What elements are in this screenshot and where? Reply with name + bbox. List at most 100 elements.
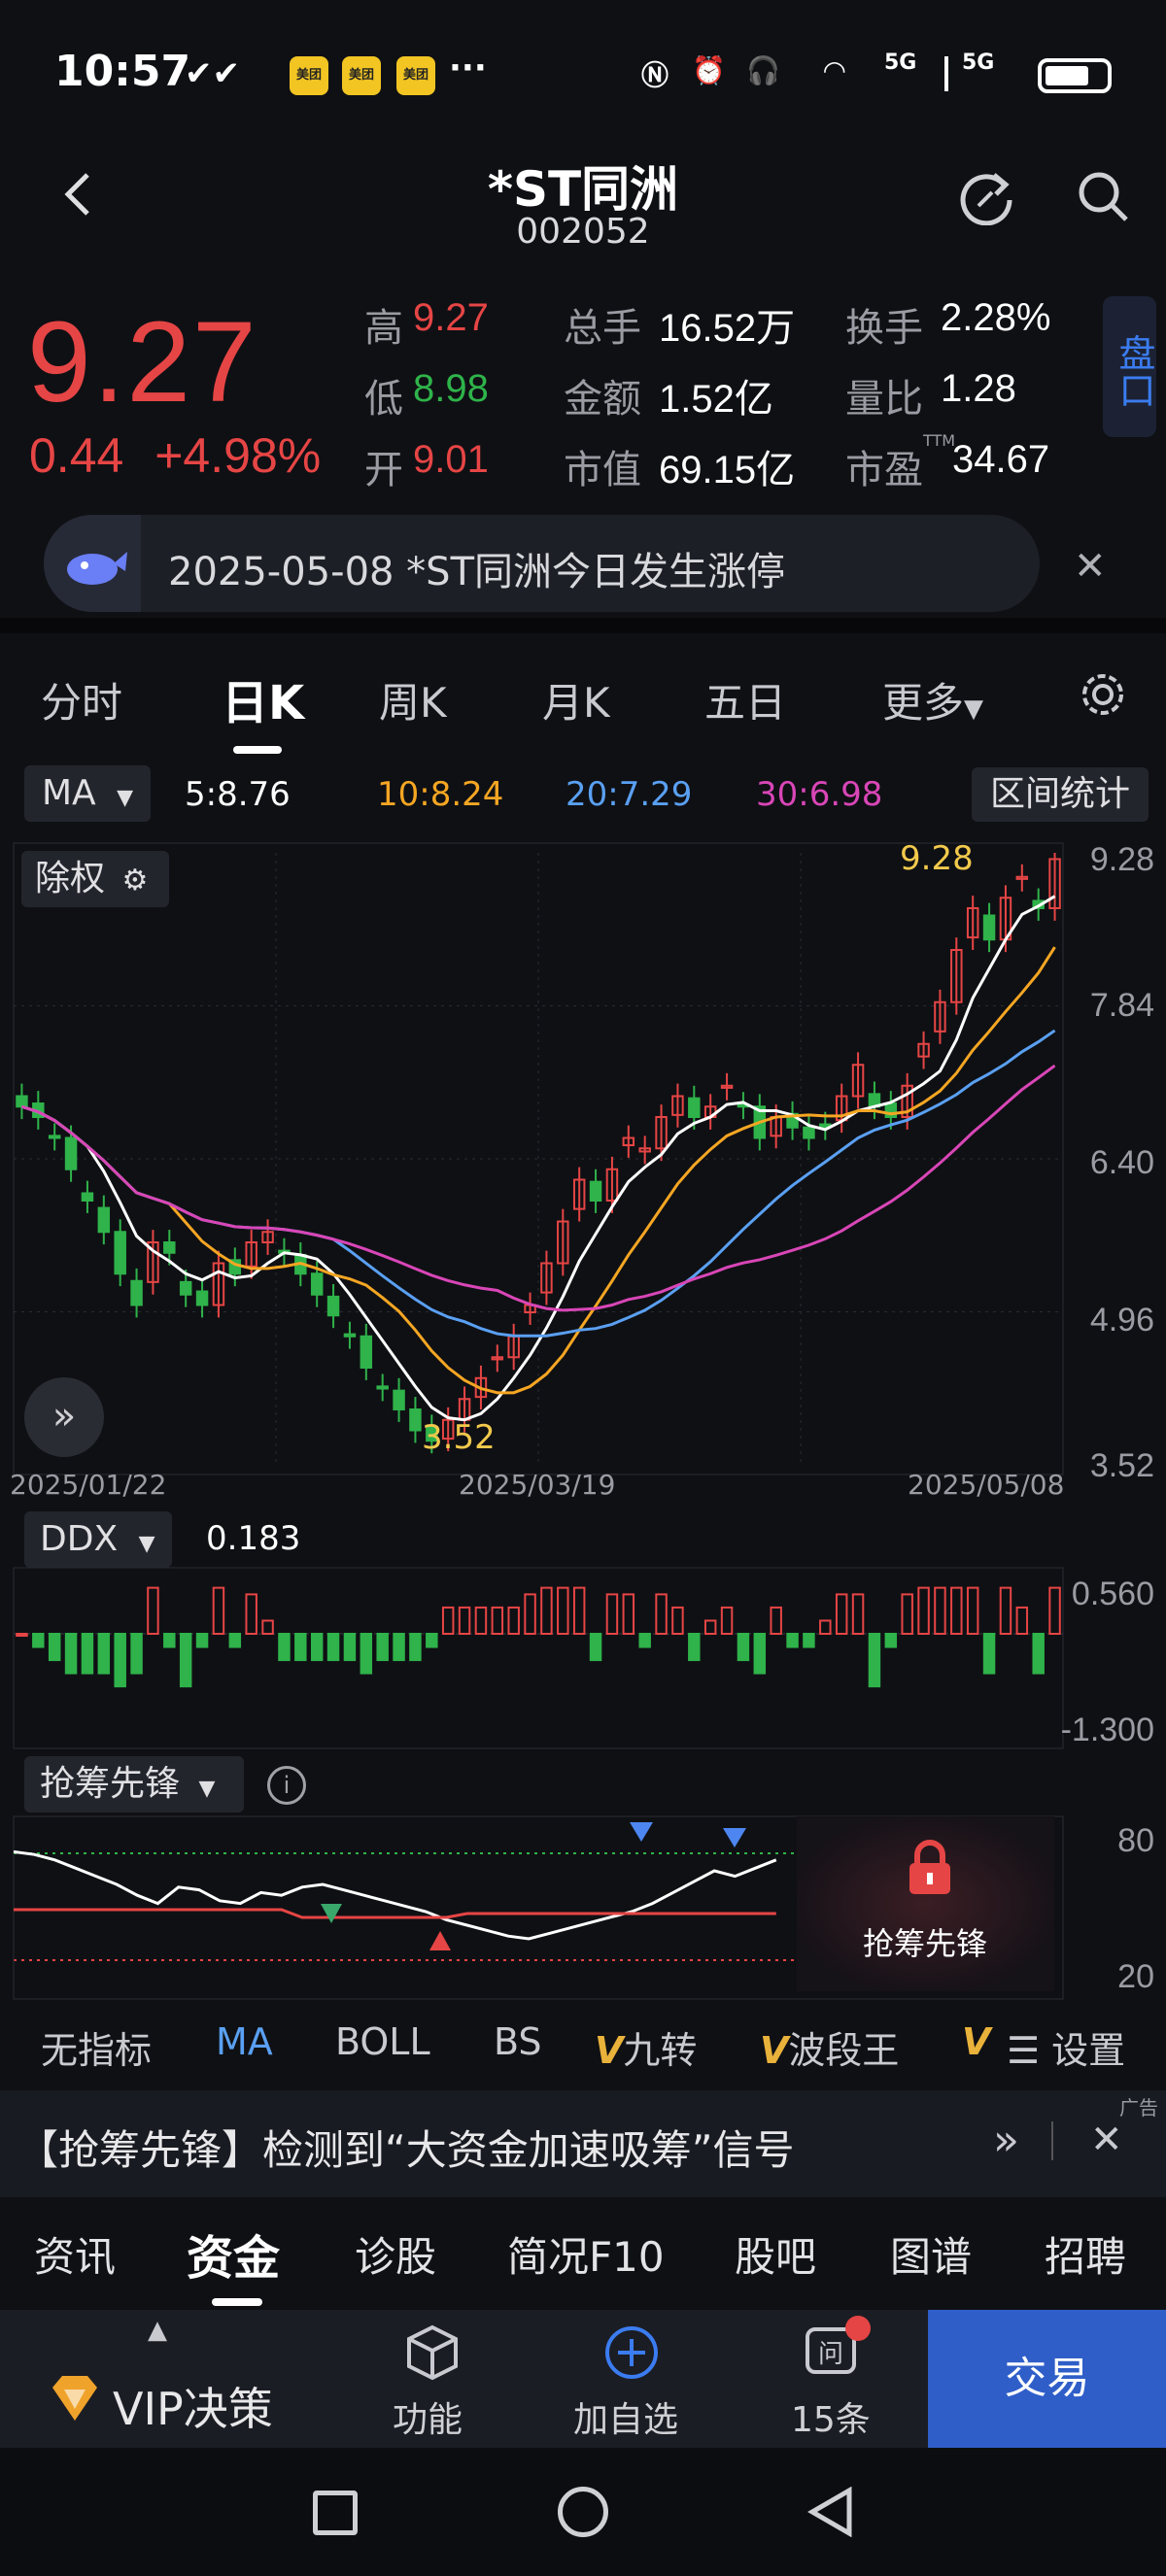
subtab-funds[interactable]: 资金 [187,2220,280,2288]
chevron-down-icon: ▼ [138,1532,155,1556]
ddx-bar [1048,1586,1061,1636]
ddx-bar [638,1633,651,1648]
ddx-bar [917,1586,930,1636]
promo-text: 【抢筹先锋】检测到“大资金加速吸筹”信号 [17,2126,795,2174]
ddx-bar [360,1633,373,1675]
refresh-icon[interactable] [957,167,1015,226]
subtab-news[interactable]: 资讯 [34,2224,116,2284]
vip-v-icon: V [595,2029,624,2072]
recent-apps-icon[interactable] [313,2491,358,2535]
max-price-label: 9.28 [900,839,974,878]
nfc-icon: Ⓝ [641,59,669,91]
tab-daily-k[interactable]: 日K [222,664,304,732]
ddx-bar [228,1633,242,1648]
subtab-jobs[interactable]: 招聘 [1045,2224,1126,2284]
promo-bar[interactable]: 【抢筹先锋】检测到“大资金加速吸筹”信号 广告 » ✕ [0,2090,1166,2197]
subtab-forum[interactable]: 股吧 [735,2224,816,2284]
y-tick: 6.40 [1089,1144,1154,1181]
meituan-app-icon: 美团 [396,56,435,95]
x-tick: 2025/01/22 [10,1469,167,1501]
down-triangle-icon [723,1828,746,1847]
ddx-bar [934,1586,946,1636]
candle [409,1408,422,1432]
notification-dot [845,2316,871,2341]
high-value: 9.27 [413,296,489,339]
locked-overlay[interactable]: 抢筹先锋 [797,1816,1054,1991]
function-button[interactable]: 功能 [350,2323,515,2440]
ddx-value: 0.183 [206,1519,301,1558]
indicator-nine[interactable]: V九转 [595,2020,697,2074]
ddx-bar [868,1633,881,1688]
ddx-top-tick: 0.560 [1071,1576,1154,1612]
home-icon[interactable] [558,2487,608,2537]
candle [97,1206,111,1234]
panel-toggle-button[interactable]: 盘口 [1103,296,1156,437]
candle [376,1385,389,1390]
settings-gear-icon[interactable] [1079,670,1127,719]
candle [163,1241,176,1254]
ddx-selector[interactable]: DDX ▼ [24,1511,172,1568]
x-tick: 2025/05/08 [908,1469,1065,1501]
ddx-bar [261,1619,274,1636]
indicator-settings-label: 设置 [1051,2029,1126,2072]
adjust-button[interactable]: 除权 ⚙ [21,851,169,907]
candle [982,914,996,941]
ddx-bar [81,1633,94,1675]
range-stats-button[interactable]: 区间统计 [972,767,1149,822]
subtab-graph[interactable]: 图谱 [890,2224,972,2284]
tab-more[interactable]: 更多▼ [882,670,983,729]
add-watchlist-button[interactable]: 加自选 [544,2323,719,2440]
vip-label: VIP决策 [113,2383,273,2435]
ddx-bar [589,1633,602,1662]
indicator-wave[interactable]: V波段王 [760,2020,899,2074]
chip-selector[interactable]: 抢筹先锋 ▼ [24,1756,244,1813]
subtab-f10[interactable]: 简况F10 [507,2224,665,2284]
close-promo-icon[interactable]: ✕ [1090,2118,1123,2162]
messages-button[interactable]: 问 15条 [748,2316,913,2440]
svg-text:问: 问 [818,2340,843,2369]
candle [360,1335,373,1370]
active-tab-indicator [233,746,282,754]
ddx-bar [393,1633,405,1662]
indicator-boll[interactable]: BOLL [335,2020,430,2063]
info-icon[interactable]: i [267,1766,306,1805]
indicator-none[interactable]: 无指标 [41,2020,152,2074]
chevron-down-icon: ▼ [964,695,984,724]
chevron-down-icon: ▼ [117,786,134,810]
ddx-bar [326,1633,340,1662]
tab-monthly-k[interactable]: 月K [542,670,610,729]
indicator-bs[interactable]: BS [494,2020,542,2063]
min-price-label: 3.52 [422,1418,496,1457]
news-banner[interactable]: 2025-05-08 *ST同洲今日发生涨停 [44,515,1040,612]
ddx-bar [786,1633,799,1648]
subtab-diagnose[interactable]: 诊股 [355,2224,436,2284]
ddx-bar [819,1619,832,1636]
ma-selector-label: MA [42,773,96,813]
close-banner-icon[interactable]: ✕ [1074,544,1107,589]
indicator-ma[interactable]: MA [216,2020,273,2063]
tab-timeshare[interactable]: 分时 [41,670,122,729]
x-tick: 2025/03/19 [459,1469,616,1501]
kline-chart[interactable] [0,833,1166,1504]
ddx-chart [0,1566,1166,1750]
trade-button[interactable]: 交易 [928,2310,1166,2448]
promo-expand-icon[interactable]: » [993,2116,1019,2165]
ma-selector[interactable]: MA ▼ [24,765,151,822]
ddx-bar [163,1633,176,1648]
sliders-icon: ☰ [1007,2029,1041,2072]
ddx-bar [966,1586,979,1636]
search-icon[interactable] [1074,167,1132,225]
add-watchlist-label: 加自选 [573,2400,679,2440]
battery-icon [1038,58,1112,93]
expand-icon[interactable]: » [24,1377,104,1457]
ddx-bar [343,1633,357,1662]
candle [16,1095,28,1108]
vip-decision-button[interactable]: ▲ VIP决策 [0,2310,330,2448]
tab-five-day[interactable]: 五日 [704,670,786,729]
meituan-app-icon: 美团 [290,56,328,95]
indicator-settings[interactable]: ☰ 设置 [1007,2020,1125,2074]
indicator-vip-more[interactable]: V [962,2020,990,2063]
meituan-app-icon: 美团 [342,56,381,95]
back-nav-icon[interactable] [806,2486,855,2538]
tab-weekly-k[interactable]: 周K [379,670,447,729]
